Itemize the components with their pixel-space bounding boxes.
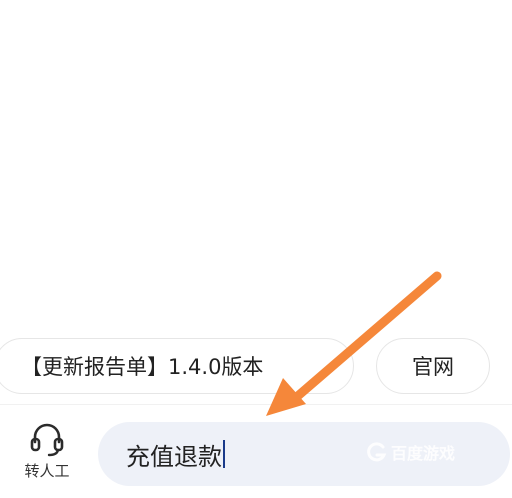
quick-reply-official-site[interactable]: 官网 [376, 338, 490, 394]
baidu-game-watermark: 百度游戏 [366, 440, 455, 464]
text-caret [223, 440, 225, 468]
headset-icon [30, 423, 64, 457]
message-input-value: 充值退款 [126, 442, 222, 471]
quick-reply-release-notes[interactable]: 【更新报告单】1.4.0版本 [0, 338, 354, 394]
transfer-to-agent-button[interactable]: 转人工 [14, 420, 80, 486]
chat-message-area [0, 0, 512, 336]
chat-screen: 【更新报告单】1.4.0版本 官网 转人工 充值退款 百度游戏 [0, 0, 512, 498]
transfer-to-agent-label: 转人工 [24, 462, 70, 480]
watermark-text: 百度游戏 [391, 444, 456, 463]
baidu-game-logo-icon [367, 442, 387, 462]
quick-reply-official-site-label: 官网 [412, 355, 454, 379]
quick-reply-release-notes-label: 【更新报告单】1.4.0版本 [21, 355, 264, 379]
